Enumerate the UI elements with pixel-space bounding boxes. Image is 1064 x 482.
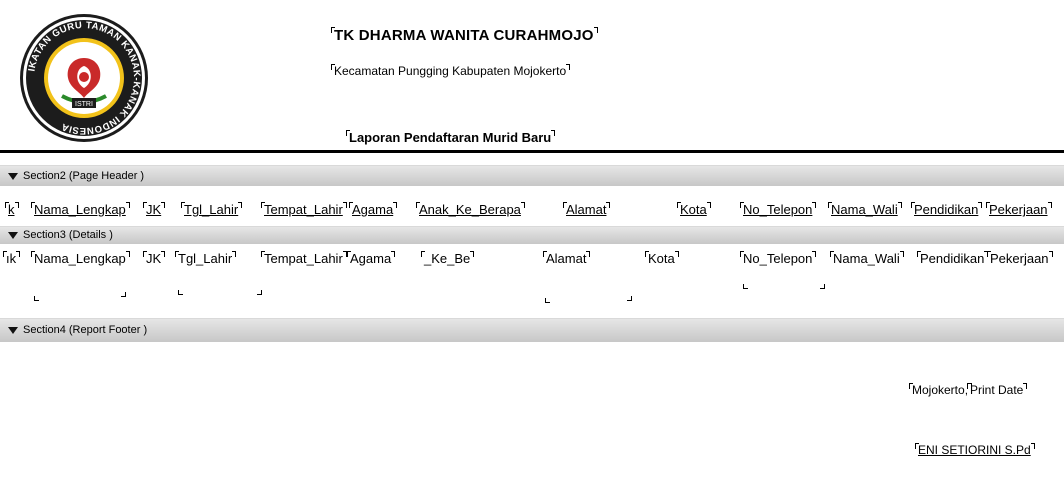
ph-field-tempat[interactable]: Tempat_Lahir bbox=[261, 202, 347, 217]
ph-field-jk[interactable]: JK bbox=[142, 202, 166, 217]
field-marker bbox=[545, 298, 550, 303]
ph-field-wali[interactable]: Nama_Wali bbox=[828, 202, 902, 217]
school-address: Kecamatan Pungging Kabupaten Mojokerto bbox=[330, 64, 571, 78]
section-band-report-footer[interactable]: Section4 (Report Footer ) bbox=[0, 318, 1064, 342]
detail-field-col0[interactable]: ık bbox=[2, 251, 21, 266]
ph-field-pendidikan[interactable]: Pendidikan bbox=[910, 202, 983, 217]
detail-field-telepon[interactable]: No_Telepon bbox=[739, 251, 817, 266]
field-marker bbox=[34, 296, 39, 301]
field-marker bbox=[257, 290, 262, 295]
ph-field-agama[interactable]: Agama bbox=[348, 202, 398, 217]
report-title: Laporan Pendaftaran Murid Baru bbox=[345, 130, 556, 145]
detail-field-wali[interactable]: Nama_Wali bbox=[830, 251, 904, 266]
field-marker bbox=[627, 296, 632, 301]
section-label: Section3 (Details ) bbox=[23, 229, 113, 241]
footer-city[interactable]: Mojokerto, bbox=[908, 383, 973, 397]
ph-field-pekerjaan[interactable]: Pekerjaan bbox=[986, 202, 1052, 217]
detail-field-kota[interactable]: Kota bbox=[645, 251, 679, 266]
detail-field-alamat[interactable]: Alamat bbox=[542, 251, 591, 266]
ph-field-col0[interactable]: k bbox=[5, 202, 18, 217]
detail-field-pendidikan[interactable]: Pendidikan bbox=[916, 251, 989, 266]
ph-field-alamat[interactable]: Alamat bbox=[562, 202, 611, 217]
detail-field-tempat[interactable]: Tempat_Lahir bbox=[261, 251, 347, 266]
field-marker bbox=[743, 284, 748, 289]
collapse-triangle-icon[interactable] bbox=[8, 172, 18, 180]
field-marker bbox=[121, 292, 126, 297]
detail-field-anak[interactable]: _Ke_Be bbox=[420, 251, 475, 266]
ph-field-kota[interactable]: Kota bbox=[677, 202, 711, 217]
detail-field-nama[interactable]: Nama_Lengkap bbox=[31, 251, 130, 266]
section-label: Section2 (Page Header ) bbox=[23, 170, 145, 182]
collapse-triangle-icon[interactable] bbox=[8, 231, 18, 239]
ph-field-nama[interactable]: Nama_Lengkap bbox=[31, 202, 130, 217]
section-band-page-header[interactable]: Section2 (Page Header ) bbox=[0, 165, 1064, 186]
header-divider bbox=[0, 150, 1064, 153]
field-marker bbox=[178, 290, 183, 295]
detail-field-jk[interactable]: JK bbox=[142, 251, 166, 266]
footer-print-date[interactable]: Print Date bbox=[966, 383, 1028, 397]
section-band-details[interactable]: Section3 (Details ) bbox=[0, 226, 1064, 244]
logo-badge-text: ISTRI bbox=[75, 101, 93, 108]
detail-field-agama[interactable]: Agama bbox=[346, 251, 396, 266]
school-logo: IKATAN GURU TAMAN KANAK-KANAK INDONESIA … bbox=[18, 12, 150, 144]
footer-signatory[interactable]: ENI SETIORINI S.Pd bbox=[915, 443, 1035, 457]
field-marker bbox=[820, 284, 825, 289]
collapse-triangle-icon[interactable] bbox=[8, 326, 18, 334]
school-name: TK DHARMA WANITA CURAHMOJO bbox=[331, 27, 598, 44]
ph-field-telepon[interactable]: No_Telepon bbox=[739, 202, 817, 217]
ph-field-tgl[interactable]: Tgl_Lahir bbox=[180, 202, 243, 217]
section-label: Section4 (Report Footer ) bbox=[23, 324, 148, 336]
detail-field-tgl[interactable]: Tgl_Lahir bbox=[174, 251, 237, 266]
ph-field-anak[interactable]: Anak_Ke_Berapa bbox=[416, 202, 525, 217]
detail-field-pekerjaan[interactable]: Pekerjaan bbox=[987, 251, 1053, 266]
